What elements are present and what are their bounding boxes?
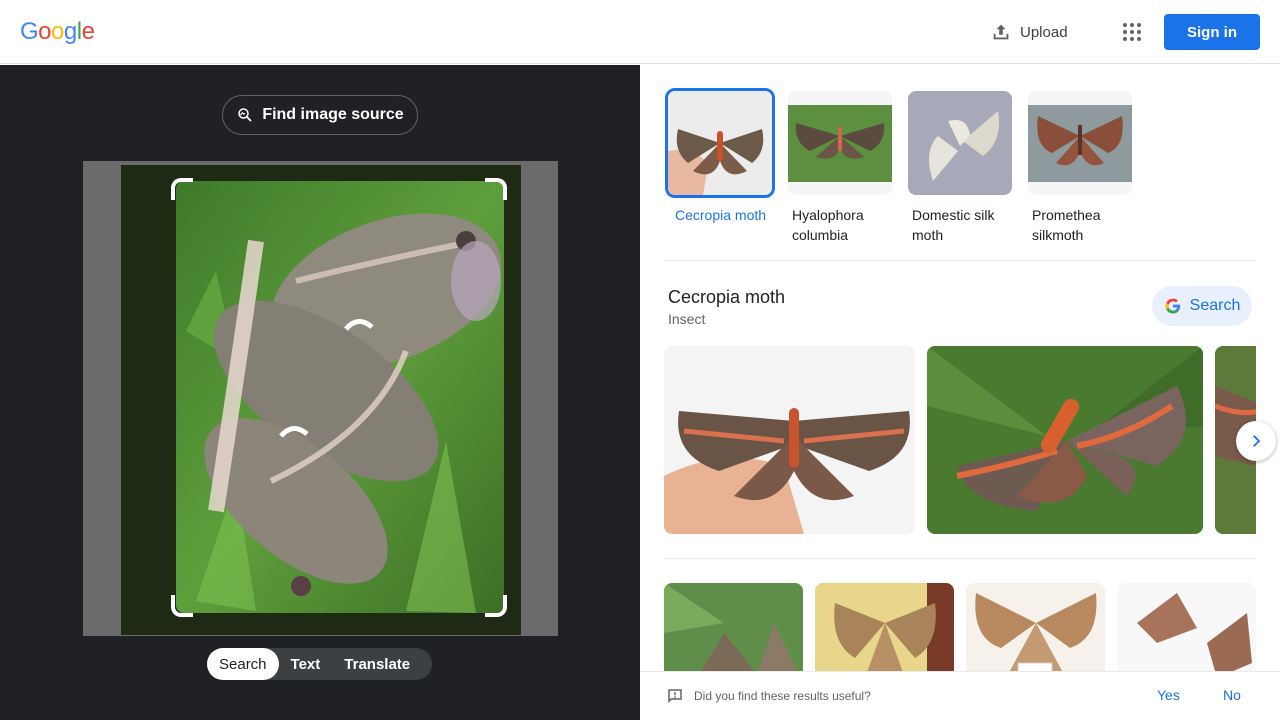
apps-grid-icon	[1130, 23, 1134, 27]
find-source-label: Find image source	[262, 106, 404, 123]
image-search-icon	[238, 108, 252, 122]
crop-handle-top-right[interactable]	[485, 178, 507, 200]
logo-letter: g	[63, 18, 77, 45]
related-label: Hyalophora columbia	[792, 207, 864, 243]
apps-grid-icon	[1130, 37, 1134, 41]
entity-title: Cecropia moth	[668, 287, 786, 307]
google-g-icon	[1165, 298, 1180, 314]
results-panel: Cecropia moth Hyalophora columbia Domest…	[640, 65, 1280, 720]
apps-grid-icon	[1137, 37, 1141, 41]
related-item-promethea-silkmoth[interactable]: Promethea silkmoth	[1028, 91, 1136, 245]
upload-icon	[993, 24, 1009, 40]
apps-grid-icon	[1123, 23, 1127, 27]
tab-text[interactable]: Text	[279, 648, 333, 680]
related-label: Promethea silkmoth	[1032, 207, 1101, 243]
section-divider	[664, 558, 1256, 559]
visual-match-image[interactable]	[664, 583, 803, 673]
sign-in-button[interactable]: Sign in	[1164, 14, 1260, 50]
related-label: Domestic silk moth	[912, 207, 995, 243]
feedback-question: Did you find these results useful?	[694, 689, 871, 703]
crop-handle-top-left[interactable]	[171, 178, 193, 200]
apps-grid-icon	[1123, 37, 1127, 41]
google-apps-button[interactable]	[1120, 20, 1144, 44]
apps-grid-icon	[1123, 30, 1127, 34]
thumbnail	[788, 91, 892, 195]
feedback-yes-button[interactable]: Yes	[1157, 687, 1180, 703]
top-bar: Google Upload Sign in	[0, 0, 1280, 64]
thumbnail	[908, 91, 1012, 195]
feedback-bar: Did you find these results useful? Yes N…	[640, 671, 1280, 720]
find-image-source-button[interactable]: Find image source	[222, 95, 418, 135]
query-image[interactable]	[176, 181, 504, 613]
logo-letter: e	[81, 18, 95, 45]
upload-button[interactable]: Upload	[990, 18, 1068, 46]
crop-handle-bottom-right[interactable]	[485, 595, 507, 617]
lens-image-panel: Find image source Search Text Translate	[0, 65, 640, 720]
related-item-hyalophora-columbia[interactable]: Hyalophora columbia	[788, 91, 896, 245]
feedback-no-button[interactable]: No	[1223, 687, 1241, 703]
thumbnail	[1028, 91, 1132, 195]
chevron-right-icon	[1253, 435, 1261, 447]
related-item-cecropia-moth[interactable]: Cecropia moth	[665, 88, 776, 225]
visual-match-image[interactable]	[1117, 583, 1256, 673]
apps-grid-icon	[1137, 23, 1141, 27]
visual-match-image[interactable]	[966, 583, 1105, 673]
logo-letter: o	[38, 18, 52, 45]
lens-mode-tabs: Search Text Translate	[207, 648, 432, 680]
related-label: Cecropia moth	[675, 207, 767, 223]
query-image-frame	[83, 161, 558, 636]
tab-search[interactable]: Search	[207, 648, 279, 680]
entity-search-button[interactable]: Search	[1152, 286, 1252, 326]
logo-letter: G	[20, 18, 39, 45]
apps-grid-icon	[1137, 30, 1141, 34]
apps-grid-icon	[1130, 30, 1134, 34]
carousel-image[interactable]	[927, 346, 1203, 534]
carousel-next-button[interactable]	[1236, 421, 1276, 461]
related-item-domestic-silk-moth[interactable]: Domestic silk moth	[908, 91, 1016, 245]
logo-letter: o	[51, 18, 64, 45]
carousel-image[interactable]	[664, 346, 915, 534]
visual-matches-grid	[664, 583, 1256, 673]
image-carousel	[664, 346, 1256, 534]
thumbnail	[665, 88, 775, 198]
related-entities-row: Cecropia moth Hyalophora columbia Domest…	[664, 88, 1256, 261]
crop-handle-bottom-left[interactable]	[171, 595, 193, 617]
entity-search-label: Search	[1189, 297, 1241, 314]
feedback-icon	[668, 689, 682, 704]
visual-match-image[interactable]	[815, 583, 954, 673]
upload-label: Upload	[1020, 23, 1068, 41]
google-logo[interactable]: Google	[20, 18, 95, 46]
entity-subtitle: Insect	[668, 311, 706, 327]
tab-translate[interactable]: Translate	[332, 648, 422, 680]
